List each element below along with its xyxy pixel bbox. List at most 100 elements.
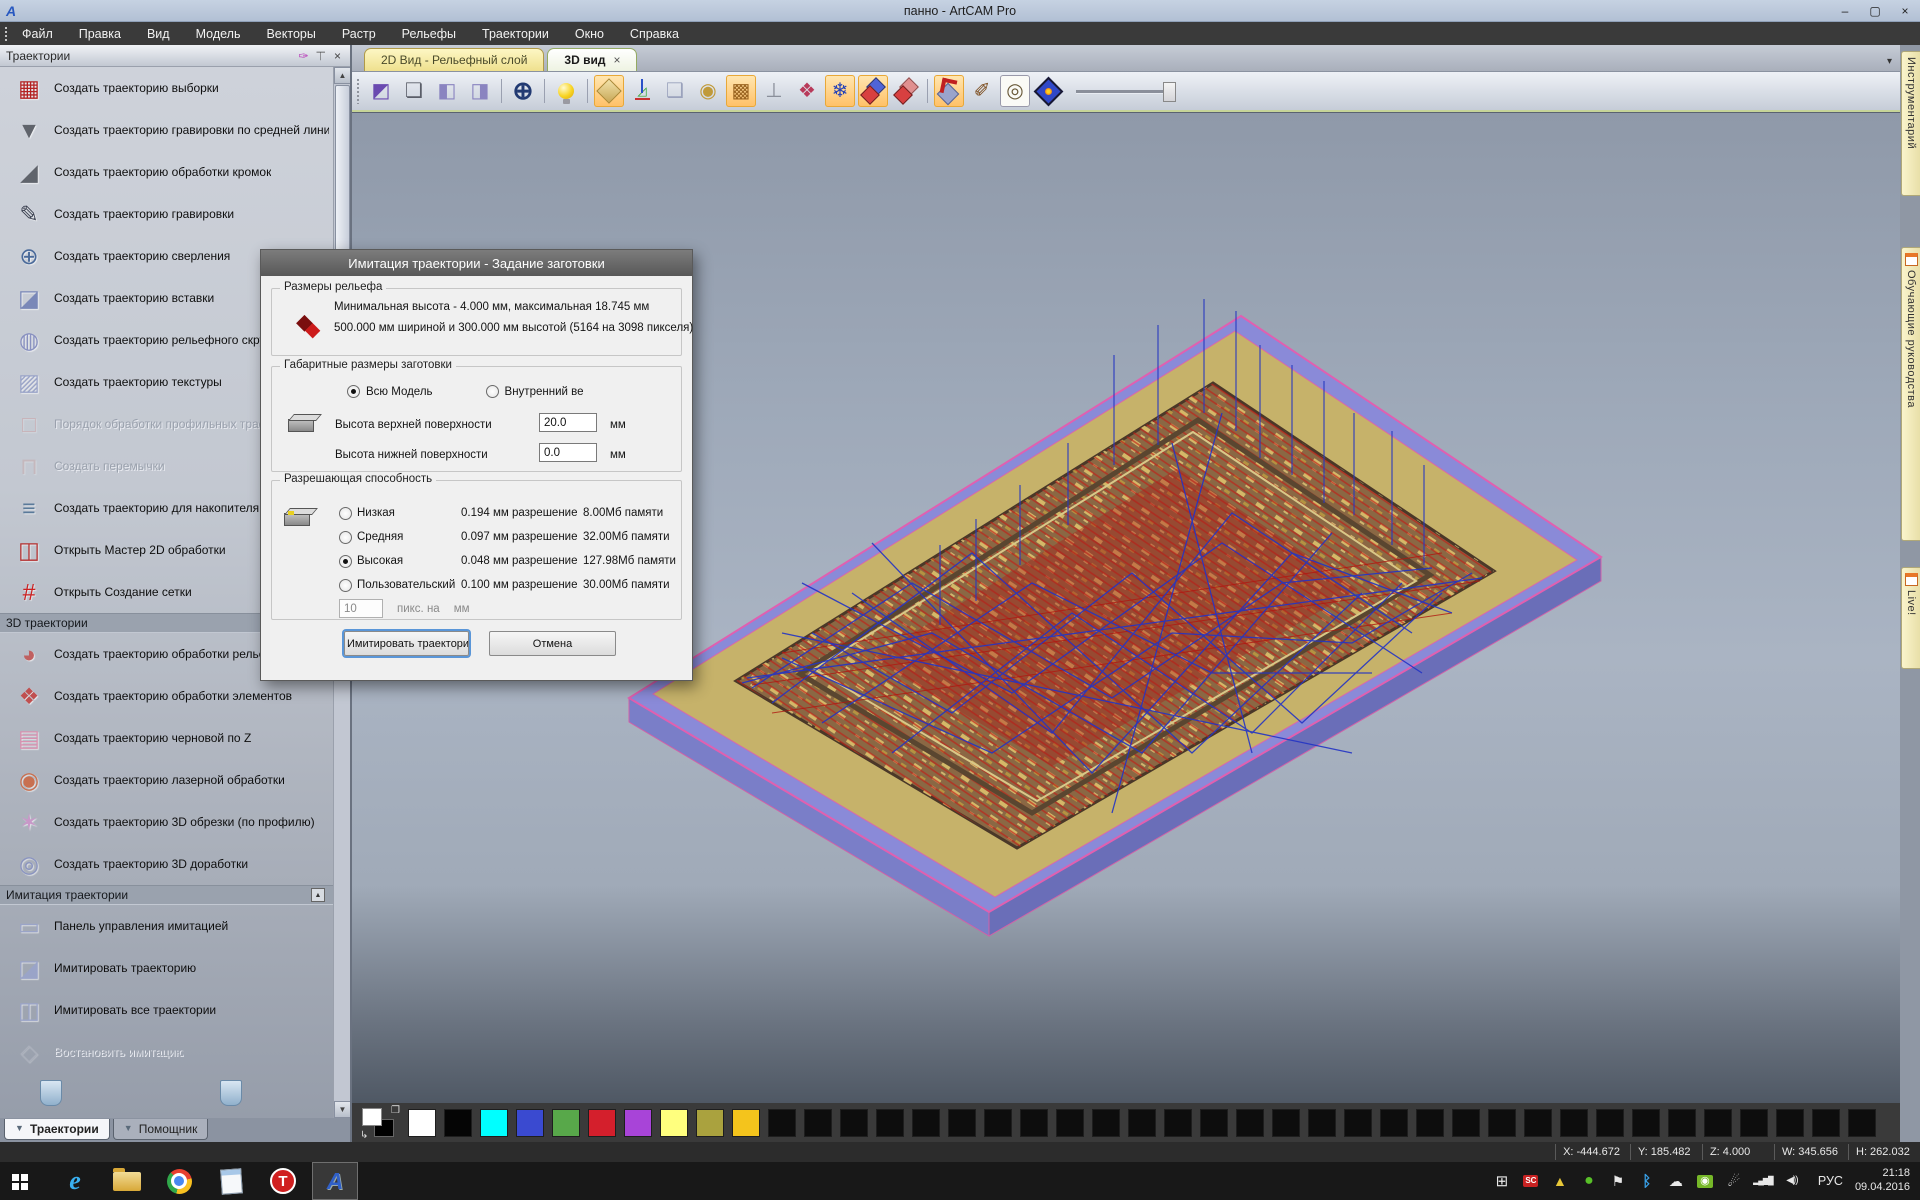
palette-swatch[interactable] <box>1056 1109 1084 1137</box>
custom-resolution-field[interactable] <box>339 599 383 618</box>
menu-item[interactable]: Рельефы <box>389 22 469 45</box>
maximize-button[interactable]: ▢ <box>1860 0 1890 21</box>
toolbar-separator[interactable] <box>541 75 548 107</box>
palette-swatch[interactable] <box>444 1109 472 1137</box>
toolpath-row[interactable]: ◢ Создать траекторию обработки кромок <box>0 151 333 193</box>
tab-3d-view[interactable]: 3D вид × <box>547 48 637 71</box>
paint-relief-button[interactable]: ✐ <box>967 75 997 107</box>
palette-swatch[interactable] <box>660 1109 688 1137</box>
screen-capture-tray-icon[interactable]: SC <box>1521 1171 1541 1191</box>
flag-tray-icon[interactable]: ⚑ <box>1608 1171 1628 1191</box>
tab-close-icon[interactable]: × <box>613 53 620 67</box>
toolbox-edge-tab[interactable]: Инструментарий <box>1901 51 1920 196</box>
menu-item[interactable]: Траектории <box>469 22 562 45</box>
menu-item[interactable]: Справка <box>617 22 692 45</box>
gdrive-tray-icon[interactable]: ▲ <box>1550 1171 1570 1191</box>
scroll-up-icon[interactable]: ▲ <box>334 67 350 84</box>
cloud-tray-icon[interactable]: ☁ <box>1666 1171 1686 1191</box>
palette-swatch[interactable] <box>552 1109 580 1137</box>
panel-tab[interactable]: Траектории <box>4 1119 110 1140</box>
palette-swatch[interactable] <box>912 1109 940 1137</box>
view-left-button[interactable]: ◧ <box>432 75 462 107</box>
palette-swatch[interactable] <box>1236 1109 1264 1137</box>
tool-profile-button[interactable]: ◉ <box>693 75 723 107</box>
palette-swatch[interactable] <box>516 1109 544 1137</box>
palette-swatch[interactable] <box>1020 1109 1048 1137</box>
shading-slider[interactable] <box>1066 75 1186 107</box>
ie-button[interactable]: e <box>52 1162 98 1200</box>
palette-swatch[interactable] <box>696 1109 724 1137</box>
palette-swatch[interactable] <box>1164 1109 1192 1137</box>
toolpath-row[interactable]: ▤ Создать траекторию черновой по Z <box>0 717 333 759</box>
primary-color-swatch[interactable] <box>362 1108 382 1126</box>
toolpath-row[interactable]: ✎ Создать траекторию гравировки <box>0 193 333 235</box>
eye-diamond-button[interactable] <box>1033 75 1063 107</box>
menu-item[interactable]: Окно <box>562 22 617 45</box>
palette-icon[interactable]: ✑ <box>295 49 312 63</box>
notepad-button[interactable] <box>208 1162 254 1200</box>
palette-swatch[interactable] <box>1380 1109 1408 1137</box>
explorer-button[interactable] <box>104 1162 150 1200</box>
chrome-button[interactable] <box>156 1162 202 1200</box>
taskbar-clock[interactable]: 21:18 09.04.2016 <box>1855 1167 1910 1195</box>
palette-swatch[interactable] <box>408 1109 436 1137</box>
palette-swatch[interactable] <box>804 1109 832 1137</box>
zoom-button[interactable]: ⊕ <box>508 75 538 107</box>
satellite-tray-icon[interactable]: ☄ <box>1724 1171 1744 1191</box>
view-iso-button[interactable]: ◩ <box>366 75 396 107</box>
simulate-toolpath-button[interactable]: Имитировать траекторию <box>344 631 469 656</box>
palette-swatch[interactable] <box>624 1109 652 1137</box>
texture-preview-button[interactable]: ◎ <box>1000 75 1030 107</box>
color-selector[interactable]: ❐ ↳ <box>360 1107 400 1139</box>
palette-swatch[interactable] <box>1812 1109 1840 1137</box>
palette-swatch[interactable] <box>840 1109 868 1137</box>
palette-swatch[interactable] <box>1596 1109 1624 1137</box>
toolpath-row[interactable]: ◫ Имитировать все траектории <box>0 989 333 1031</box>
palette-swatch[interactable] <box>1704 1109 1732 1137</box>
t-app-button[interactable]: T <box>260 1162 306 1200</box>
palette-swatch[interactable] <box>480 1109 508 1137</box>
tab-overflow-button[interactable]: ▾ <box>1887 56 1892 67</box>
bluetooth-tray-icon[interactable]: ᛒ <box>1637 1171 1657 1191</box>
origin-axes-button[interactable]: ◿ <box>627 75 657 107</box>
layers-blue-red-button[interactable] <box>858 75 888 107</box>
dialog-title-bar[interactable]: Имитация траектории - Задание заготовки <box>261 250 692 276</box>
palette-swatch[interactable] <box>1632 1109 1660 1137</box>
reset-colors-icon[interactable]: ↳ <box>360 1130 368 1141</box>
swap-colors-icon[interactable]: ❐ <box>391 1105 400 1116</box>
menu-item[interactable]: Правка <box>66 22 134 45</box>
tutorials-edge-tab[interactable]: Обучающие руководства <box>1901 247 1920 541</box>
palette-swatch[interactable] <box>1560 1109 1588 1137</box>
palette-swatch[interactable] <box>1308 1109 1336 1137</box>
palette-swatch[interactable] <box>1740 1109 1768 1137</box>
palette-swatch[interactable] <box>876 1109 904 1137</box>
toolbar-separator[interactable] <box>584 75 591 107</box>
tool-sim-button[interactable]: ⊥ <box>759 75 789 107</box>
palette-swatch[interactable] <box>1092 1109 1120 1137</box>
resolution-radio[interactable] <box>339 555 352 568</box>
palette-swatch[interactable] <box>1200 1109 1228 1137</box>
toolpath-row[interactable]: ✶ Создать траекторию 3D обрезки (по проф… <box>0 801 333 843</box>
toolpath-row[interactable]: ▭ Панель управления имитацией <box>0 905 333 947</box>
palette-swatch[interactable] <box>1524 1109 1552 1137</box>
snowflake-button[interactable]: ❄ <box>825 75 855 107</box>
view-wireframe-button[interactable]: ❏ <box>399 75 429 107</box>
toolpath-row[interactable]: ▼ Создать траекторию гравировки по средн… <box>0 109 333 151</box>
palette-swatch[interactable] <box>588 1109 616 1137</box>
cancel-button[interactable]: Отмена <box>489 631 616 656</box>
toolpath-row[interactable]: ◎ Создать траекторию 3D доработки <box>0 843 333 885</box>
menu-item[interactable]: Вид <box>134 22 183 45</box>
toolbar-separator[interactable] <box>924 75 931 107</box>
resolution-radio[interactable] <box>339 507 352 520</box>
layers-red-button[interactable] <box>891 75 921 107</box>
palette-swatch[interactable] <box>1848 1109 1876 1137</box>
messenger-tray-icon[interactable]: ● <box>1579 1171 1599 1191</box>
palette-swatch[interactable] <box>1128 1109 1156 1137</box>
palette-swatch[interactable] <box>732 1109 760 1137</box>
signal-tray-icon[interactable]: ▂▄▆█ <box>1753 1171 1773 1191</box>
menu-item[interactable]: Растр <box>329 22 389 45</box>
panel-close-icon[interactable]: × <box>329 49 346 63</box>
lamp-render-button[interactable] <box>934 75 964 107</box>
palette-swatch[interactable] <box>1488 1109 1516 1137</box>
toolpath-row[interactable]: ◉ Создать траекторию лазерной обработки <box>0 759 333 801</box>
